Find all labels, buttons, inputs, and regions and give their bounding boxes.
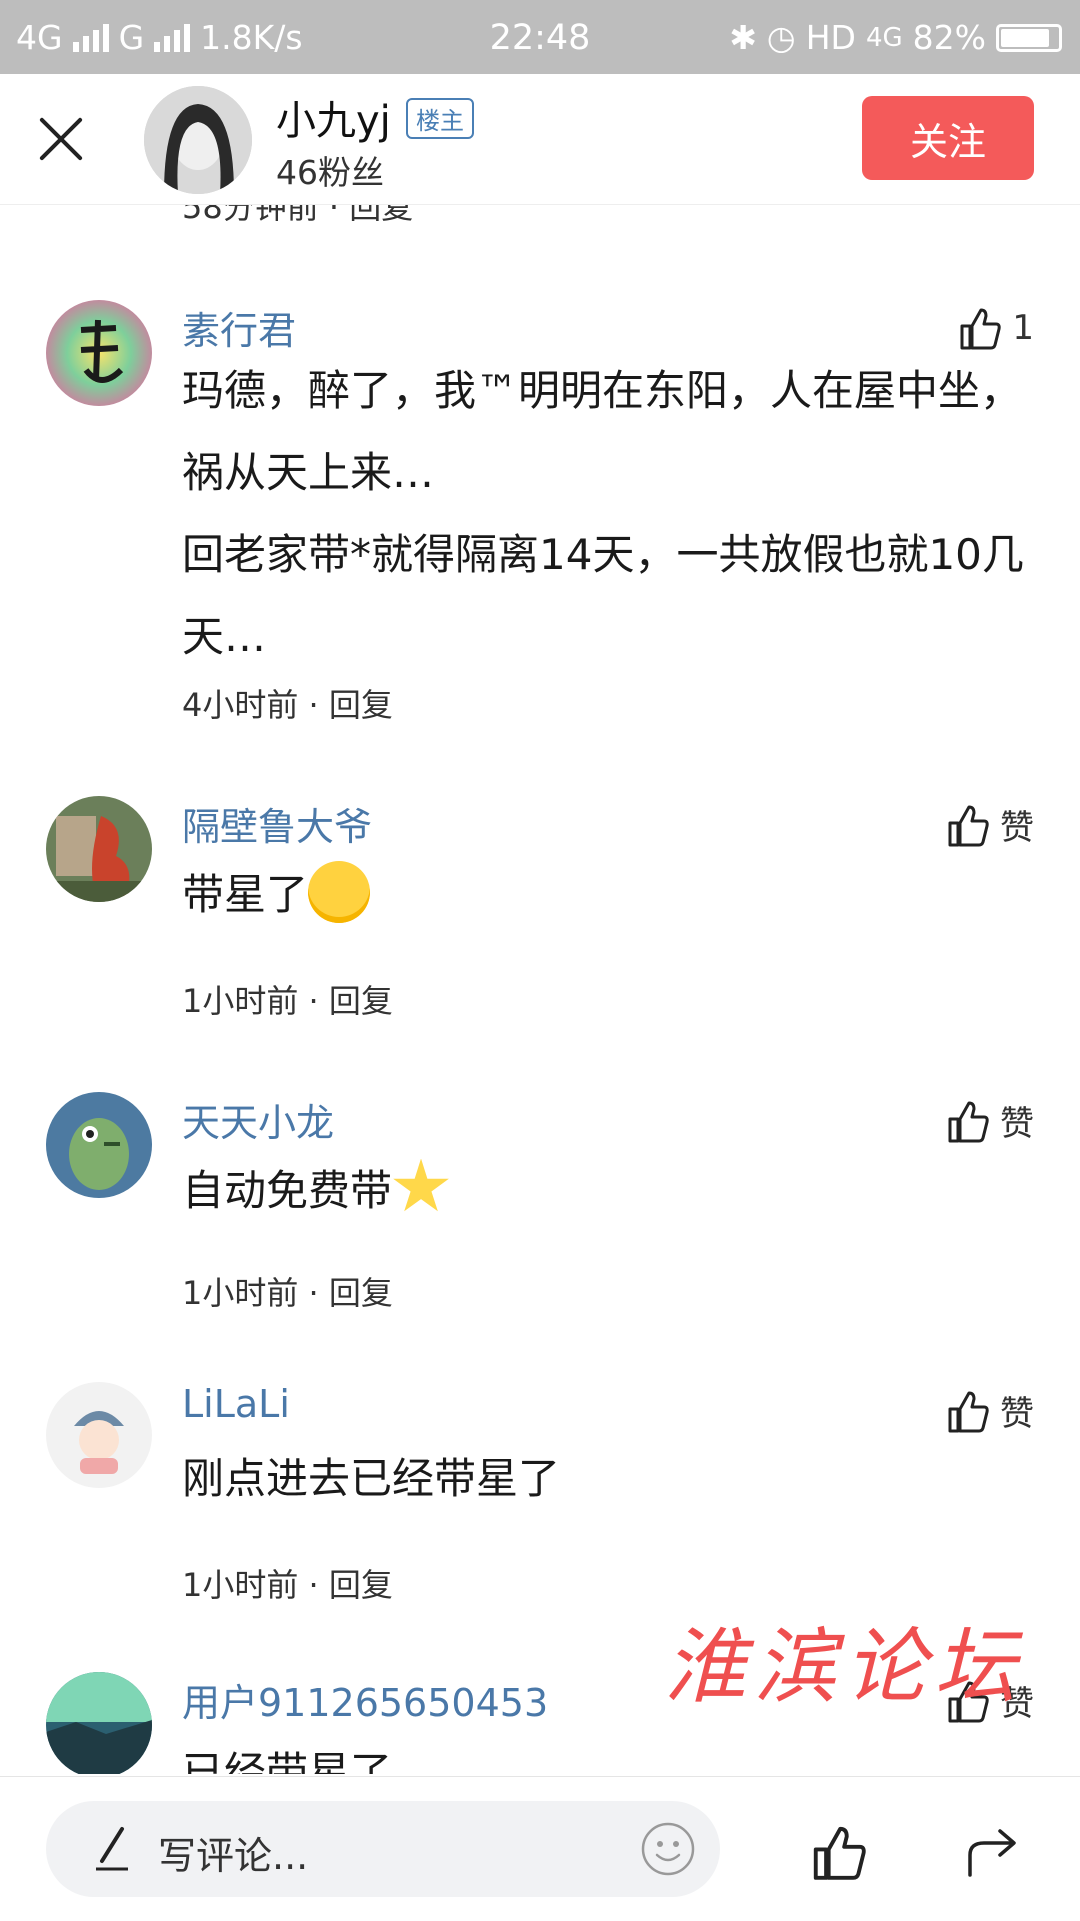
comment-meta[interactable]: 4小时前 · 回复 xyxy=(182,680,393,726)
like-button[interactable]: 赞 xyxy=(944,1386,1034,1435)
star-icon xyxy=(393,1158,449,1212)
comment-text: 刚点进去已经带星了 xyxy=(182,1454,561,1503)
comment-meta[interactable]: 1小时前 · 回复 xyxy=(182,976,393,1022)
comment-input[interactable]: 写评论... xyxy=(46,1801,720,1897)
alarm-icon: ◷ xyxy=(766,18,796,57)
like-label: 赞 xyxy=(1000,808,1034,848)
comment-author[interactable]: 素行君 xyxy=(182,300,296,355)
thumbs-up-icon xyxy=(948,1391,989,1432)
bluetooth-icon: ✱ xyxy=(729,18,757,57)
smile-icon[interactable] xyxy=(640,1821,696,1877)
comment-text: 自动免费带 xyxy=(182,1150,1042,1232)
crying-face-icon xyxy=(308,860,371,923)
avatar[interactable] xyxy=(46,300,152,406)
network-hd-label: 4G xyxy=(865,22,903,53)
thread-header: 小九yj 楼主 46粉丝 关注 xyxy=(0,74,1080,205)
like-label: 赞 xyxy=(1000,1394,1034,1434)
bottom-bar: 写评论... xyxy=(0,1776,1080,1921)
pencil-icon xyxy=(96,1827,128,1871)
comment-meta[interactable]: 1小时前 · 回复 xyxy=(182,1268,393,1314)
thumbs-up-icon[interactable] xyxy=(808,1821,870,1883)
close-icon[interactable] xyxy=(36,114,86,164)
comment-author[interactable]: 天天小龙 xyxy=(182,1092,334,1147)
comment-author[interactable]: LiLaLi xyxy=(182,1382,290,1426)
comment-text: 已经带星了 xyxy=(182,1748,393,1774)
comment-text: 玛德，醉了，我™明明在东阳，人在屋中坐，祸从天上来… 回老家带*就得隔离14天，一… xyxy=(182,366,1024,661)
avatar[interactable] xyxy=(144,86,252,194)
like-count: 1 xyxy=(1012,308,1034,348)
comment-text: 带星了 xyxy=(182,854,1042,936)
comment-author[interactable]: 隔壁鲁大爷 xyxy=(182,796,372,851)
like-button[interactable]: 赞 xyxy=(944,800,1034,849)
comment-meta[interactable]: 1小时前 · 回复 xyxy=(182,1560,393,1606)
like-button[interactable]: 1 xyxy=(956,304,1034,352)
comment-placeholder: 写评论... xyxy=(158,1834,309,1878)
avatar[interactable] xyxy=(46,1672,152,1774)
fans-count: 46粉丝 xyxy=(276,153,384,192)
hd-label: HD xyxy=(805,18,856,57)
comment-author[interactable]: 用户911265650453 xyxy=(182,1672,548,1727)
thumbs-up-icon xyxy=(960,308,1002,350)
thumbs-up-icon xyxy=(948,1101,989,1142)
op-user-name[interactable]: 小九yj xyxy=(276,88,391,146)
avatar[interactable] xyxy=(46,1382,152,1488)
comment-meta: 58分钟前 · 回复 xyxy=(182,204,414,226)
watermark: 淮滨论坛 xyxy=(664,1620,1024,1715)
battery-icon xyxy=(996,23,1062,52)
avatar[interactable] xyxy=(46,796,152,902)
battery-percent: 82% xyxy=(912,18,986,57)
comment-list[interactable]: 58分钟前 · 回复 素行君 1 玛德，醉了，我™明明在东阳，人在屋中坐，祸从天… xyxy=(0,204,1080,1774)
share-icon[interactable] xyxy=(964,1821,1022,1879)
status-bar: 4G G 1.8K/s 22:48 ✱ ◷ HD 4G 82% xyxy=(0,0,1080,74)
avatar[interactable] xyxy=(46,1092,152,1198)
like-button[interactable]: 赞 xyxy=(944,1096,1034,1145)
op-badge: 楼主 xyxy=(406,98,474,139)
follow-button[interactable]: 关注 xyxy=(862,96,1034,180)
thumbs-up-icon xyxy=(948,805,989,846)
like-label: 赞 xyxy=(1000,1104,1034,1144)
